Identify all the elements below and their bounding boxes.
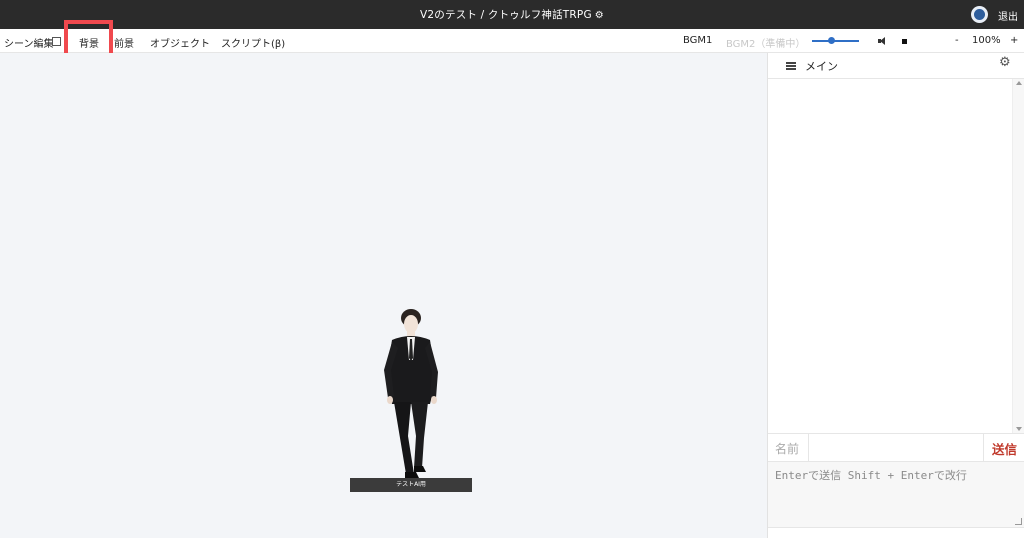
toolbar: シーン編集 背景 前景 オブジェクト スクリプト(β) BGM1 BGM2（準備…: [0, 20, 1024, 57]
character-token[interactable]: [378, 308, 440, 480]
volume-slider-knob[interactable]: [828, 37, 835, 44]
tab-object[interactable]: オブジェクト: [150, 35, 210, 50]
token-name-label: テストAI用: [350, 478, 472, 492]
gear-icon[interactable]: ⚙: [595, 10, 604, 21]
tab-script[interactable]: スクリプト(β): [221, 35, 285, 50]
exit-button[interactable]: 退出: [998, 8, 1018, 23]
stage-board[interactable]: テストAI用: [0, 53, 767, 538]
room-title: V2のテスト / クトゥルフ神話TRPG ⚙: [0, 7, 1024, 22]
chat-scrollbar[interactable]: [1012, 79, 1024, 433]
tab-main[interactable]: メイン: [805, 58, 838, 74]
bgm2-button: BGM2（準備中）: [726, 39, 806, 50]
name-label: 名前: [775, 442, 800, 456]
room-title-text: V2のテスト / クトゥルフ神話TRPG: [420, 9, 592, 21]
scene-edit-checkbox[interactable]: [52, 37, 61, 46]
title-bar: V2のテスト / クトゥルフ神話TRPG ⚙ 退出: [0, 0, 1024, 29]
speaker-icon[interactable]: [878, 37, 885, 45]
scroll-up-icon[interactable]: [1016, 81, 1022, 85]
send-button[interactable]: 送信: [992, 439, 1017, 458]
list-icon[interactable]: [786, 61, 796, 70]
chat-panel: メイン ⚙ 名前 送信 Enterで送信 Shift + Enterで改行: [767, 53, 1024, 538]
resize-grip-icon[interactable]: [1015, 518, 1022, 525]
name-field[interactable]: [808, 434, 984, 461]
tab-foreground[interactable]: 前景: [114, 35, 134, 50]
scroll-down-icon[interactable]: [1016, 427, 1022, 431]
chat-log: [768, 79, 1024, 433]
volume-slider[interactable]: [812, 37, 859, 44]
zoom-in-button[interactable]: +: [1010, 35, 1018, 46]
bgm1-button[interactable]: BGM1: [683, 35, 712, 46]
tab-background[interactable]: 背景: [79, 35, 99, 50]
gear-icon[interactable]: ⚙: [999, 55, 1011, 70]
avatar[interactable]: [971, 6, 988, 23]
chat-header: メイン ⚙: [768, 53, 1024, 79]
message-placeholder: Enterで送信 Shift + Enterで改行: [775, 469, 967, 482]
zoom-level: 100%: [972, 35, 1001, 46]
scene-edit-label: シーン編集: [4, 39, 54, 50]
name-row: 名前 送信: [768, 433, 1024, 462]
stop-icon[interactable]: [902, 39, 907, 44]
zoom-out-button[interactable]: -: [955, 35, 959, 46]
message-input[interactable]: Enterで送信 Shift + Enterで改行: [768, 462, 1024, 528]
